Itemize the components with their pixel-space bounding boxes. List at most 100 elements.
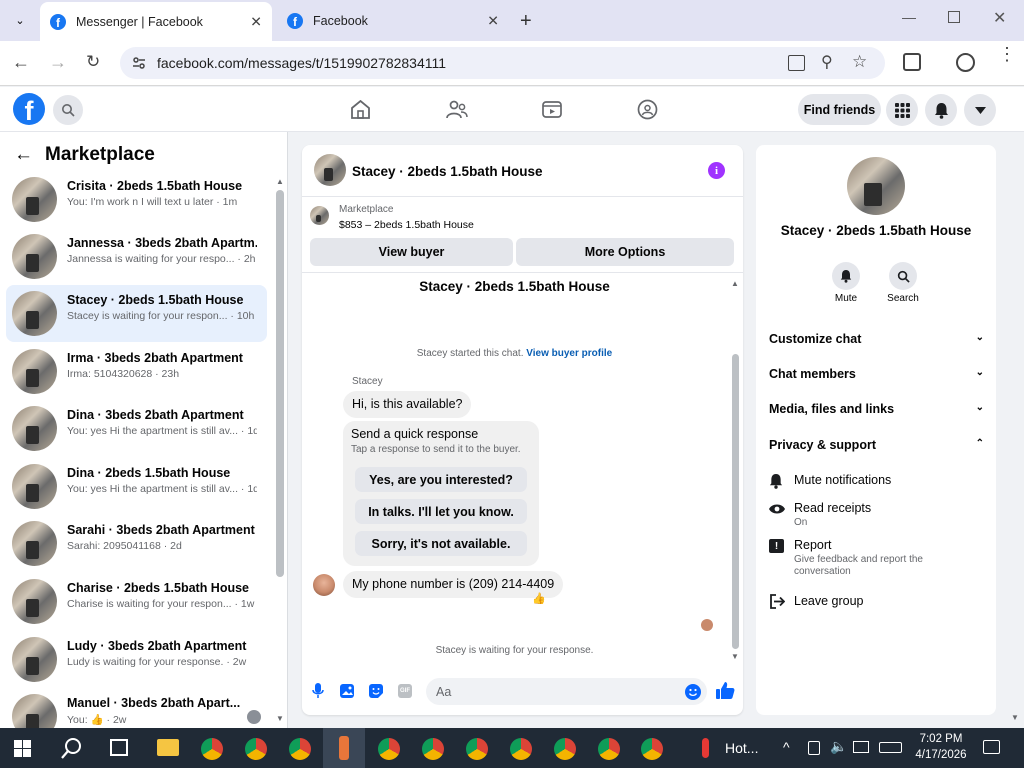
page-scroll-down-icon[interactable]: ▼	[1011, 713, 1019, 722]
chat-members-section[interactable]: Chat members ⌄	[769, 367, 984, 381]
emoji-icon[interactable]	[685, 684, 701, 700]
scroll-up-arrow-icon[interactable]: ▲	[276, 177, 284, 186]
keyboard-icon[interactable]	[879, 742, 902, 753]
conversation-item-selected[interactable]: Stacey · 2beds 1.5bath House Stacey is w…	[6, 285, 267, 342]
conversation-item[interactable]: Irma · 3beds 2bath Apartment Irma: 51043…	[6, 343, 267, 400]
more-options-button[interactable]: More Options	[516, 238, 734, 266]
windows-start-icon[interactable]	[14, 740, 31, 757]
back-arrow-icon[interactable]: ←	[14, 144, 33, 166]
restore-icon[interactable]	[948, 11, 960, 23]
weather-label[interactable]: Hot...	[725, 740, 758, 756]
facebook-logo-icon[interactable]: f	[13, 93, 45, 125]
microphone-icon[interactable]	[312, 683, 324, 699]
chrome-icon[interactable]	[641, 738, 663, 760]
chrome-icon[interactable]	[289, 738, 311, 760]
conversation-item[interactable]: Crisita · 2beds 1.5bath House You: I'm w…	[6, 171, 267, 228]
file-explorer-icon[interactable]	[157, 739, 179, 756]
account-dropdown-icon[interactable]	[964, 94, 996, 126]
friends-icon[interactable]	[446, 100, 468, 119]
search-icon[interactable]	[53, 95, 83, 125]
conversation-item[interactable]: Charise · 2beds 1.5bath House Charise is…	[6, 573, 267, 630]
menu-grid-icon[interactable]	[886, 94, 918, 126]
conversation-item[interactable]: Dina · 2beds 1.5bath House You: yes Hi t…	[6, 458, 267, 515]
scroll-down-arrow-icon[interactable]: ▼	[276, 714, 284, 723]
list-scrollbar[interactable]	[276, 190, 284, 577]
media-files-links-section[interactable]: Media, files and links ⌄	[769, 402, 984, 416]
listing-price-title[interactable]: $853 – 2beds 1.5bath House	[339, 219, 474, 231]
bookmark-star-icon[interactable]: ☆	[852, 52, 867, 72]
chat-scrollbar[interactable]	[732, 354, 739, 649]
close-tab-icon[interactable]: ✕	[250, 13, 262, 30]
conversation-item[interactable]: Dina · 3beds 2bath Apartment You: yes Hi…	[6, 400, 267, 457]
message-bubble[interactable]: Hi, is this available?	[343, 391, 472, 418]
address-bar[interactable]: facebook.com/messages/t/1519902782834111…	[120, 47, 885, 79]
view-buyer-button[interactable]: View buyer	[310, 238, 513, 266]
mute-notifications-item[interactable]: Mute notifications	[769, 473, 984, 491]
conversation-item[interactable]: Sarahi · 3beds 2bath Apartment Sarahi: 2…	[6, 515, 267, 572]
gif-icon[interactable]: GIF	[398, 684, 412, 698]
taskbar-search-icon[interactable]	[61, 737, 83, 759]
task-view-icon[interactable]	[110, 739, 128, 756]
thermometer-icon[interactable]	[702, 738, 709, 758]
extensions-icon[interactable]	[903, 53, 921, 71]
url-text[interactable]: facebook.com/messages/t/1519902782834111	[157, 55, 446, 71]
chrome-icon[interactable]	[598, 738, 620, 760]
message-input[interactable]: Aa	[426, 678, 707, 705]
network-icon[interactable]	[853, 741, 869, 753]
chat-avatar[interactable]	[314, 154, 346, 186]
zoom-icon[interactable]: ⚲	[821, 52, 833, 72]
volume-icon[interactable]: 🔈	[830, 738, 847, 755]
thumbs-up-reaction[interactable]: 👍	[532, 592, 546, 605]
pinned-app-icon[interactable]	[339, 736, 349, 760]
tab-messenger[interactable]: f Messenger | Facebook ✕	[40, 2, 272, 41]
search-conversation-icon[interactable]	[889, 262, 917, 290]
mute-bell-icon[interactable]	[832, 262, 860, 290]
chrome-icon[interactable]	[245, 738, 267, 760]
conversation-item[interactable]: Jannessa · 3beds 2bath Apartm... Janness…	[6, 228, 267, 285]
privacy-support-section[interactable]: Privacy & support ⌃	[769, 438, 984, 452]
customize-chat-section[interactable]: Customize chat ⌄	[769, 332, 984, 346]
info-icon[interactable]: i	[708, 162, 725, 179]
back-icon[interactable]: ←	[12, 52, 30, 73]
tab-search-button[interactable]: ⌄	[8, 8, 32, 32]
new-tab-icon[interactable]: +	[520, 10, 532, 33]
scroll-up-arrow-icon[interactable]: ▲	[731, 279, 739, 288]
meet-now-icon[interactable]	[808, 741, 820, 755]
chat-header-title[interactable]: Stacey · 2beds 1.5bath House	[352, 164, 543, 179]
chrome-icon[interactable]	[201, 738, 223, 760]
report-item[interactable]: ! Report Give feedback and report the co…	[769, 538, 984, 578]
chrome-icon[interactable]	[554, 738, 576, 760]
quick-reply-not-available-button[interactable]: Sorry, it's not available.	[355, 531, 527, 556]
chrome-icon[interactable]	[510, 738, 532, 760]
sender-avatar[interactable]	[313, 574, 335, 596]
message-bubble[interactable]: My phone number is (209) 214-4409	[343, 571, 564, 598]
reload-icon[interactable]: ↻	[86, 52, 100, 72]
notifications-bell-icon[interactable]	[925, 94, 957, 126]
view-buyer-profile-link[interactable]: View buyer profile	[526, 348, 612, 359]
find-friends-button[interactable]: Find friends	[798, 94, 881, 125]
leave-group-item[interactable]: Leave group	[769, 594, 984, 612]
home-icon[interactable]	[350, 100, 371, 119]
video-icon[interactable]	[542, 100, 562, 119]
minimize-icon[interactable]: —	[902, 9, 916, 25]
browser-menu-icon[interactable]: ⋮	[998, 45, 1016, 63]
quick-reply-in-talks-button[interactable]: In talks. I'll let you know.	[355, 499, 527, 524]
groups-icon[interactable]	[637, 99, 658, 120]
photo-icon[interactable]	[340, 684, 354, 698]
chrome-icon[interactable]	[378, 738, 400, 760]
show-hidden-icons-chevron-icon[interactable]: ^	[783, 739, 790, 755]
read-receipts-item[interactable]: Read receipts On	[769, 501, 984, 531]
quick-reply-yes-button[interactable]: Yes, are you interested?	[355, 467, 527, 492]
chrome-icon[interactable]	[422, 738, 444, 760]
tab-facebook[interactable]: f Facebook ✕	[277, 4, 509, 37]
close-window-icon[interactable]: ✕	[993, 8, 1006, 28]
close-tab-icon[interactable]: ✕	[487, 12, 499, 29]
chrome-icon[interactable]	[466, 738, 488, 760]
conversation-item[interactable]: Ludy · 3beds 2bath Apartment Ludy is wai…	[6, 631, 267, 688]
sticker-icon[interactable]	[369, 684, 383, 698]
notification-center-icon[interactable]	[983, 740, 1000, 754]
forward-icon[interactable]: →	[49, 52, 67, 73]
thumbs-up-send-icon[interactable]	[716, 681, 735, 700]
system-clock[interactable]: 7:02 PM 4/17/2026	[908, 731, 974, 763]
profile-icon[interactable]	[956, 53, 975, 72]
